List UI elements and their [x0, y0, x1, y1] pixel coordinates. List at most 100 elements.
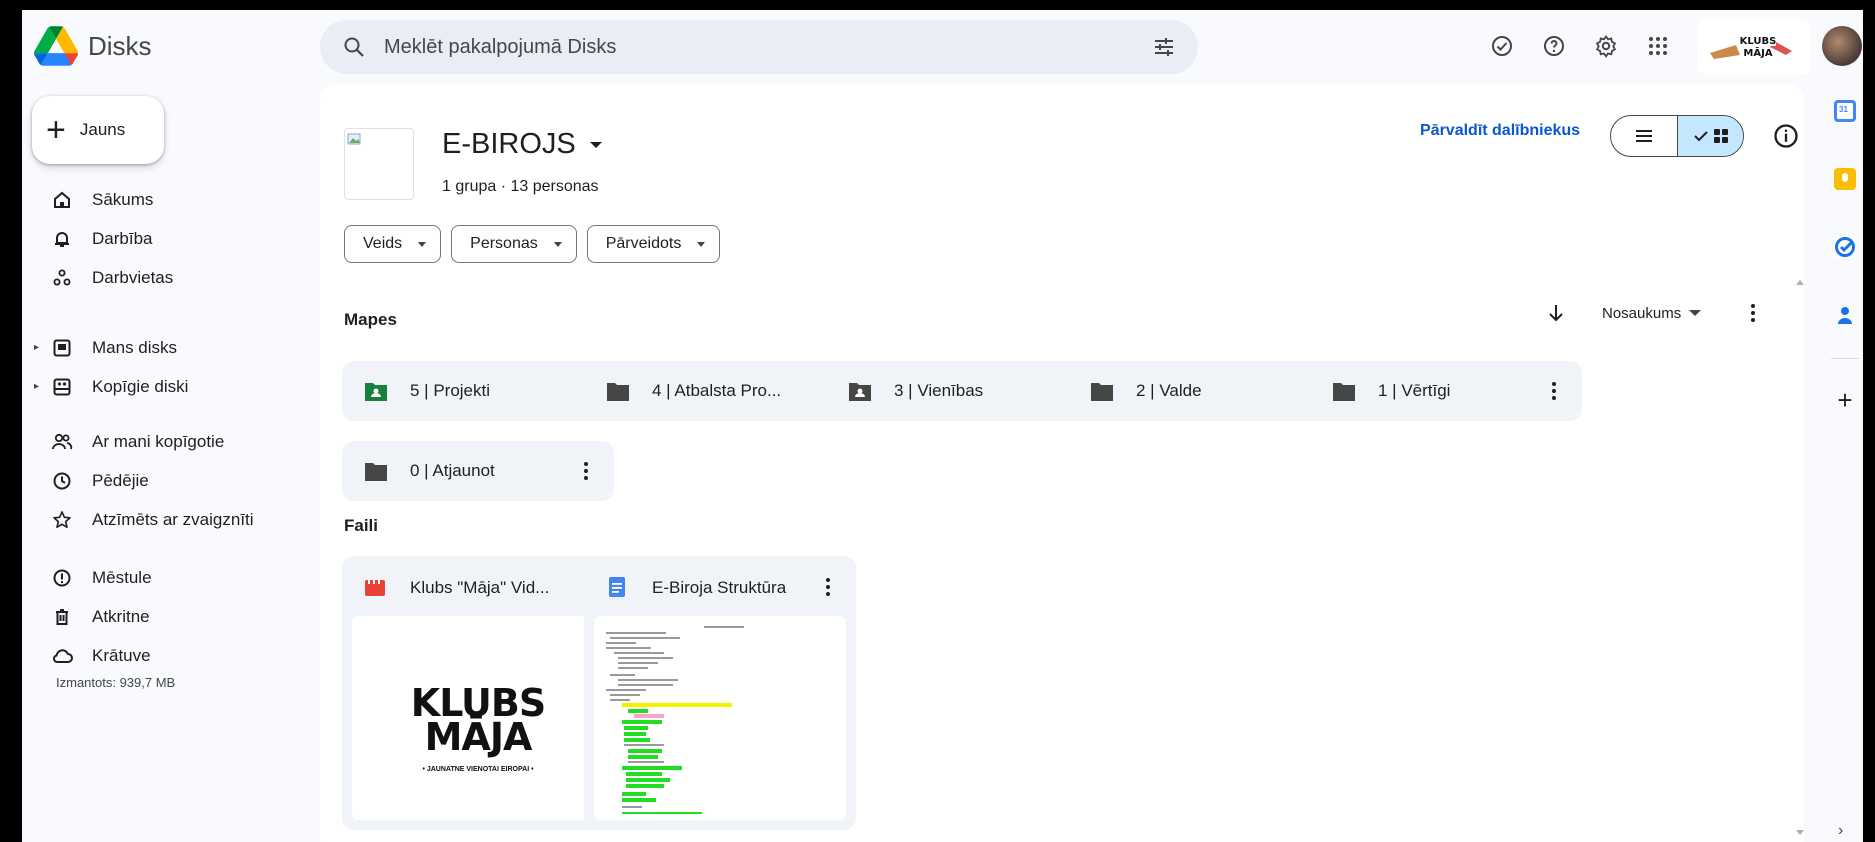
sidebar-item-workspaces[interactable]: Darbvietas	[22, 258, 292, 297]
drive-logo[interactable]: Disks	[34, 26, 152, 66]
more-options-icon[interactable]	[818, 575, 838, 599]
folder-icon	[1091, 383, 1113, 401]
folder-card[interactable]: 0 | Atjaunot	[342, 441, 614, 501]
sidebar-item-my-drive[interactable]: ▸ Mans disks	[22, 328, 292, 367]
file-card[interactable]: Klubs "Māja" Vid... KLUBS MĀJA • JAUNATN…	[342, 556, 614, 830]
account-avatar[interactable]	[1822, 26, 1862, 66]
group-image	[344, 128, 414, 200]
chip-label: Veids	[363, 235, 403, 252]
file-thumbnail: KLUBS MĀJA • JAUNATNE VIENOTAI EIROPAI •	[352, 616, 604, 820]
shared-drives-icon	[50, 375, 74, 399]
scroll-up-arrow-icon[interactable]	[1796, 280, 1804, 285]
thumbnail-caption: • JAUNATNE VIENOTAI EIROPAI •	[422, 766, 534, 773]
sidebar-item-label: Atkritne	[92, 606, 150, 626]
info-icon[interactable]	[1772, 122, 1800, 150]
keep-icon[interactable]	[1834, 168, 1856, 190]
sidebar-item-label: Atzīmēts ar zvaigznīti	[92, 509, 254, 529]
folder-name: 1 | Vērtīgi	[1378, 381, 1451, 400]
scroll-down-arrow-icon[interactable]	[1796, 830, 1804, 835]
search-input[interactable]	[384, 30, 1104, 64]
files-section-label: Faili	[344, 516, 379, 535]
folder-card[interactable]: 4 | Atbalsta Pro...	[584, 361, 856, 421]
calendar-icon[interactable]: 31	[1834, 100, 1856, 122]
expand-caret-icon[interactable]: ▸	[34, 342, 39, 353]
sidebar-nav-storage: Mēstule Atkritne Krātuve	[22, 558, 292, 675]
organization-logo[interactable]: KLUBS MĀJA	[1698, 19, 1810, 75]
more-options-icon[interactable]	[1544, 379, 1564, 403]
broken-image-icon	[347, 133, 361, 145]
shared-folder-icon	[849, 383, 871, 401]
expand-caret-icon[interactable]: ▸	[34, 381, 39, 392]
storage-usage: Izmantots: 939,7 MB	[56, 675, 176, 690]
new-button[interactable]: + Jauns	[32, 96, 164, 164]
view-toggle[interactable]	[1610, 115, 1744, 157]
sidebar-item-label: Mēstule	[92, 567, 152, 587]
sidebar-item-spam[interactable]: Mēstule	[22, 558, 292, 597]
folder-name: 3 | Vienības	[894, 381, 984, 400]
sidebar-item-label: Krātuve	[92, 645, 151, 665]
tasks-icon[interactable]	[1834, 236, 1856, 258]
chip-label: Personas	[470, 235, 538, 252]
dropdown-arrow-icon	[697, 241, 706, 247]
more-options-icon[interactable]	[1743, 301, 1763, 325]
sidebar-item-label: Kopīgie diski	[92, 376, 189, 396]
search-bar[interactable]	[320, 20, 1198, 74]
more-options-icon[interactable]	[576, 459, 596, 483]
dropdown-arrow-icon	[553, 241, 562, 247]
search-icon[interactable]	[342, 35, 366, 59]
list-view-button[interactable]	[1611, 116, 1678, 156]
spam-icon	[50, 566, 74, 590]
grid-icon	[1713, 129, 1728, 143]
file-name: E-Biroja Struktūra	[652, 578, 787, 597]
bell-icon	[50, 227, 74, 251]
manage-members-link[interactable]: Pārvaldīt dalībniekus	[1420, 122, 1580, 140]
clock-icon	[50, 469, 74, 493]
apps-grid-icon[interactable]	[1640, 28, 1676, 64]
folder-icon	[607, 383, 629, 401]
filter-chips: Veids Personas Pārveidots	[344, 225, 721, 263]
sidebar-item-label: Sākums	[92, 189, 154, 209]
sidebar-item-storage[interactable]: Krātuve	[22, 636, 292, 675]
folder-name: 4 | Atbalsta Pro...	[652, 381, 782, 400]
sidebar-item-trash[interactable]: Atkritne	[22, 597, 292, 636]
search-options-icon[interactable]	[1152, 35, 1176, 59]
filter-people-chip[interactable]: Personas	[451, 225, 577, 263]
folder-name: 0 | Atjaunot	[410, 461, 495, 480]
sort-direction-arrow-icon[interactable]	[1544, 301, 1568, 325]
sidebar-item-starred[interactable]: Atzīmēts ar zvaigznīti	[22, 500, 292, 539]
sidebar-item-label: Darbvietas	[92, 267, 174, 287]
file-card[interactable]: E-Biroja Struktūra	[584, 556, 856, 830]
expand-panel-chevron-icon[interactable]: ›	[1838, 822, 1843, 840]
folder-card[interactable]: 1 | Vērtīgi	[1310, 361, 1582, 421]
cloud-icon	[50, 644, 74, 668]
svg-text:KLUBS: KLUBS	[1740, 36, 1777, 47]
sidebar-item-shared-with-me[interactable]: Ar mani kopīgotie	[22, 422, 292, 461]
sidebar-item-label: Darbība	[92, 228, 153, 248]
sidebar-item-home[interactable]: Sākums	[22, 180, 292, 219]
klubs-maja-logo: KLUBS MĀJA	[1710, 34, 1792, 59]
filter-type-chip[interactable]: Veids	[344, 225, 442, 263]
shared-folder-icon	[365, 383, 387, 401]
offline-check-icon[interactable]	[1484, 28, 1520, 64]
folder-card[interactable]: 5 | Projekti	[342, 361, 614, 421]
sidebar-item-shared-drives[interactable]: ▸ Kopīgie diski	[22, 367, 292, 406]
sort-by-label[interactable]: Nosaukums	[1602, 305, 1681, 322]
group-title[interactable]: E-BIROJS	[442, 128, 602, 161]
help-icon[interactable]	[1536, 28, 1572, 64]
sidebar-item-activity[interactable]: Darbība	[22, 219, 292, 258]
new-button-label: Jauns	[79, 120, 126, 139]
add-addon-icon[interactable]: +	[1834, 387, 1856, 413]
settings-icon[interactable]	[1588, 28, 1624, 64]
file-name: Klubs "Māja" Vid...	[410, 578, 550, 597]
folder-card[interactable]: 3 | Vienības	[826, 361, 1098, 421]
sidebar-item-recent[interactable]: Pēdējie	[22, 461, 292, 500]
chevron-down-icon	[589, 141, 602, 148]
filter-modified-chip[interactable]: Pārveidots	[586, 225, 721, 263]
plus-icon: +	[46, 111, 66, 149]
video-icon	[365, 580, 385, 596]
folder-card[interactable]: 2 | Valde	[1068, 361, 1340, 421]
grid-view-button[interactable]	[1678, 116, 1743, 156]
side-panel-rail: 31 +	[1830, 100, 1860, 457]
dropdown-arrow-icon	[1689, 310, 1702, 316]
contacts-icon[interactable]	[1834, 304, 1856, 326]
